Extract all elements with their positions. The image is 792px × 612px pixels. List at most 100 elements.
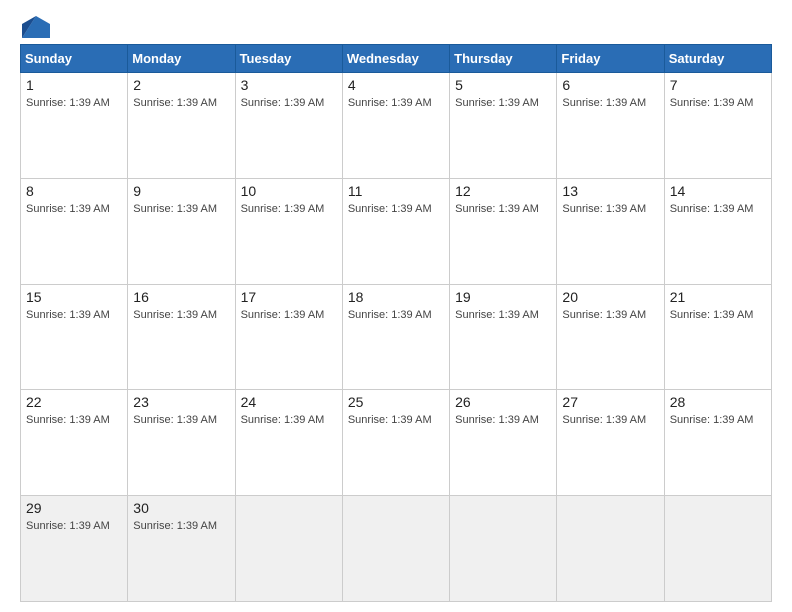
- col-tuesday: Tuesday: [235, 45, 342, 73]
- calendar-cell: 23 Sunrise: 1:39 AM: [128, 390, 235, 496]
- calendar-cell: 15 Sunrise: 1:39 AM: [21, 284, 128, 390]
- calendar: Sunday Monday Tuesday Wednesday Thursday…: [20, 44, 772, 602]
- sunrise-text: Sunrise: 1:39 AM: [455, 97, 539, 109]
- day-number: 26: [455, 394, 551, 410]
- calendar-cell: 14Sunrise: 1:39 AM: [664, 178, 771, 284]
- sunrise-text: Sunrise: 1:39 AM: [241, 309, 325, 321]
- day-number: 23: [133, 394, 229, 410]
- sunrise-text: Sunrise: 1:39 AM: [241, 414, 325, 426]
- calendar-cell: 10Sunrise: 1:39 AM: [235, 178, 342, 284]
- day-number: 7: [670, 77, 766, 93]
- day-number: 1: [26, 77, 122, 93]
- day-number: 18: [348, 289, 444, 305]
- day-number: 3: [241, 77, 337, 93]
- calendar-cell: 19 Sunrise: 1:39 AM: [450, 284, 557, 390]
- calendar-week-1: 1 Sunrise: 1:39 AM 2 Sunrise: 1:39 AM 3 Sunri…: [21, 73, 772, 179]
- calendar-cell: [450, 496, 557, 602]
- sunrise-text: Sunrise: 1:39 AM: [133, 520, 217, 532]
- calendar-week-4: 22 Sunrise: 1:39 AM 23 Sunrise: 1:39 AM 24 Su…: [21, 390, 772, 496]
- calendar-cell: 4 Sunrise: 1:39 AM: [342, 73, 449, 179]
- calendar-body: 1 Sunrise: 1:39 AM 2 Sunrise: 1:39 AM 3 Sunri…: [21, 73, 772, 602]
- day-number: 5: [455, 77, 551, 93]
- day-number: 25: [348, 394, 444, 410]
- day-number: 20: [562, 289, 658, 305]
- sunrise-text: Sunrise: 1:39 AM: [133, 203, 217, 215]
- sunrise-text: Sunrise: 1:39 AM: [562, 203, 646, 215]
- day-number: 17: [241, 289, 337, 305]
- calendar-cell: 1 Sunrise: 1:39 AM: [21, 73, 128, 179]
- sunrise-text: Sunrise: 1:39 AM: [26, 520, 110, 532]
- calendar-cell: 30 Sunrise: 1:39 AM: [128, 496, 235, 602]
- calendar-cell: 25 Sunrise: 1:39 AM: [342, 390, 449, 496]
- sunrise-text: Sunrise: 1:39 AM: [26, 97, 110, 109]
- calendar-cell: 22 Sunrise: 1:39 AM: [21, 390, 128, 496]
- sunrise-text: Sunrise: 1:39 AM: [26, 414, 110, 426]
- calendar-cell: 24 Sunrise: 1:39 AM: [235, 390, 342, 496]
- calendar-cell: 6 Sunrise: 1:39 AM: [557, 73, 664, 179]
- col-monday: Monday: [128, 45, 235, 73]
- col-wednesday: Wednesday: [342, 45, 449, 73]
- sunrise-text: Sunrise: 1:39 AM: [26, 309, 110, 321]
- calendar-cell: 28 Sunrise: 1:39 AM: [664, 390, 771, 496]
- logo-icon: [22, 16, 50, 38]
- sunrise-text: Sunrise: 1:39 AM: [133, 309, 217, 321]
- calendar-cell: 21 Sunrise: 1:39 AM: [664, 284, 771, 390]
- day-number: 22: [26, 394, 122, 410]
- sunrise-text: Sunrise: 1:39 AM: [562, 97, 646, 109]
- sunrise-text: Sunrise: 1:39 AM: [455, 203, 539, 215]
- day-number: 11: [348, 183, 444, 199]
- calendar-cell: 17 Sunrise: 1:39 AM: [235, 284, 342, 390]
- day-number: 29: [26, 500, 122, 516]
- calendar-week-3: 15Sunrise: 1:39 AM16Sunrise: 1:39 AM17Su…: [21, 284, 772, 390]
- sunrise-text: Sunrise: 1:39 AM: [562, 414, 646, 426]
- day-number: 2: [133, 77, 229, 93]
- day-number: 28: [670, 394, 766, 410]
- sunrise-text: Sunrise: 1:39 AM: [670, 309, 754, 321]
- sunrise-text: Sunrise: 1:39 AM: [348, 309, 432, 321]
- calendar-cell: 26 Sunrise: 1:39 AM: [450, 390, 557, 496]
- days-of-week-row: Sunday Monday Tuesday Wednesday Thursday…: [21, 45, 772, 73]
- sunrise-text: Sunrise: 1:39 AM: [670, 414, 754, 426]
- col-friday: Friday: [557, 45, 664, 73]
- calendar-cell: 20 Sunrise: 1:39 AM: [557, 284, 664, 390]
- calendar-week-5: 29 Sunrise: 1:39 AM 30 Sunrise: 1:39 AM: [21, 496, 772, 602]
- sunrise-text: Sunrise: 1:39 AM: [562, 309, 646, 321]
- day-number: 14: [670, 183, 766, 199]
- calendar-cell: 2 Sunrise: 1:39 AM: [128, 73, 235, 179]
- day-number: 8: [26, 183, 122, 199]
- sunrise-text: Sunrise: 1:39 AM: [133, 97, 217, 109]
- day-number: 24: [241, 394, 337, 410]
- calendar-cell: 18 Sunrise: 1:39 AM: [342, 284, 449, 390]
- calendar-cell: 12Sunrise: 1:39 AM: [450, 178, 557, 284]
- sunrise-text: Sunrise: 1:39 AM: [455, 309, 539, 321]
- header: [20, 16, 772, 36]
- sunrise-text: Sunrise: 1:39 AM: [348, 97, 432, 109]
- sunrise-text: Sunrise: 1:39 AM: [455, 414, 539, 426]
- calendar-cell: 5 Sunrise: 1:39 AM: [450, 73, 557, 179]
- sunrise-text: Sunrise: 1:39 AM: [348, 203, 432, 215]
- day-number: 13: [562, 183, 658, 199]
- day-number: 6: [562, 77, 658, 93]
- calendar-cell: 27 Sunrise: 1:39 AM: [557, 390, 664, 496]
- day-number: 27: [562, 394, 658, 410]
- calendar-cell: [235, 496, 342, 602]
- calendar-cell: 9Sunrise: 1:39 AM: [128, 178, 235, 284]
- calendar-header: Sunday Monday Tuesday Wednesday Thursday…: [21, 45, 772, 73]
- logo: [20, 16, 50, 36]
- sunrise-text: Sunrise: 1:39 AM: [241, 97, 325, 109]
- calendar-cell: 13 Sunrise: 1:39 AM: [557, 178, 664, 284]
- day-number: 15: [26, 289, 122, 305]
- day-number: 30: [133, 500, 229, 516]
- sunrise-text: Sunrise: 1:39 AM: [133, 414, 217, 426]
- sunrise-text: Sunrise: 1:39 AM: [26, 203, 110, 215]
- sunrise-text: Sunrise: 1:39 AM: [670, 97, 754, 109]
- calendar-cell: 8 Sunrise: 1:39 AM: [21, 178, 128, 284]
- day-number: 4: [348, 77, 444, 93]
- calendar-cell: 29 Sunrise: 1:39 AM: [21, 496, 128, 602]
- calendar-cell: [342, 496, 449, 602]
- day-number: 21: [670, 289, 766, 305]
- day-number: 19: [455, 289, 551, 305]
- col-saturday: Saturday: [664, 45, 771, 73]
- calendar-cell: 16Sunrise: 1:39 AM: [128, 284, 235, 390]
- sunrise-text: Sunrise: 1:39 AM: [348, 414, 432, 426]
